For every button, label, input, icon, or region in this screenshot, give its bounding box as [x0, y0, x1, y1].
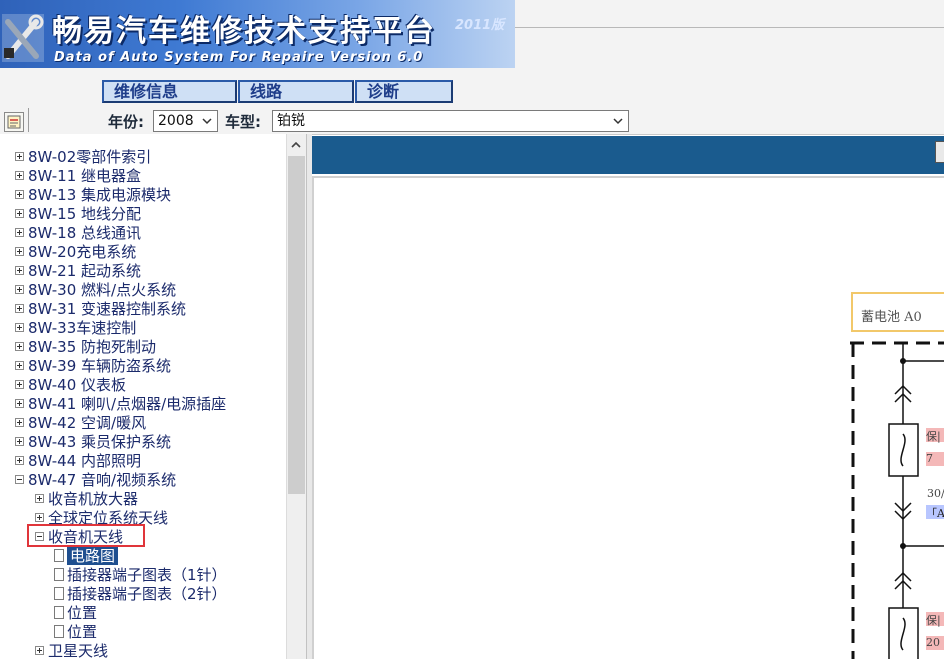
tree-item[interactable]: 8W-30 燃料/点火系统: [15, 281, 176, 300]
tab-diagnosis[interactable]: 诊断: [355, 80, 453, 103]
tree-leaf[interactable]: 插接器端子图表（2针）: [54, 585, 227, 604]
tab-wiring[interactable]: 线路: [238, 80, 354, 103]
tab-repair-info[interactable]: 维修信息: [102, 80, 237, 103]
fuse-tag-bottom[interactable]: 20: [926, 636, 944, 650]
scrollbar-thumb[interactable]: [288, 156, 305, 494]
expand-icon[interactable]: [15, 342, 24, 351]
scroll-up-icon[interactable]: [287, 136, 305, 154]
year-label: 年份:: [108, 113, 144, 131]
tree-item[interactable]: 8W-42 空调/暖风: [15, 414, 146, 433]
document-icon: [54, 625, 64, 638]
document-icon: [54, 587, 64, 600]
year-select-value: 2008: [158, 113, 194, 129]
tree-leaf[interactable]: 位置: [54, 623, 97, 642]
tree-item[interactable]: 8W-41 喇叭/点烟器/电源插座: [15, 395, 226, 414]
app-banner: 畅易汽车维修技术支持平台 2011版 Data of Auto System F…: [0, 0, 515, 68]
expand-icon[interactable]: [15, 171, 24, 180]
fuse-tag-top[interactable]: 保|: [926, 428, 944, 443]
model-select-value: 铂锐: [277, 113, 305, 129]
tree-item[interactable]: 卫星天线: [35, 642, 108, 661]
fuse-rating-text: 30/: [927, 487, 944, 500]
expand-icon[interactable]: [35, 513, 44, 522]
fuse-tag-bottom[interactable]: 7: [926, 452, 944, 466]
expand-icon[interactable]: [15, 399, 24, 408]
tree-item-expanded[interactable]: 8W-47 音响/视频系统: [15, 471, 176, 490]
wiring-diagram-lines: [850, 341, 944, 659]
tree-item[interactable]: 8W-44 内部照明: [15, 452, 141, 471]
expand-icon[interactable]: [15, 380, 24, 389]
app-subtitle: Data of Auto System For Repaire Version …: [54, 50, 424, 65]
document-icon: [54, 606, 64, 619]
expand-icon[interactable]: [15, 152, 24, 161]
tree-item[interactable]: 收音机放大器: [35, 490, 138, 509]
tree-item[interactable]: 8W-31 变速器控制系统: [15, 300, 186, 319]
wiring-diagram-canvas: [312, 176, 944, 659]
tree-item[interactable]: 8W-40 仪表板: [15, 376, 126, 395]
expand-icon[interactable]: [15, 209, 24, 218]
expand-icon[interactable]: [15, 456, 24, 465]
tree-item[interactable]: 8W-15 地线分配: [15, 205, 141, 224]
app-title: 畅易汽车维修技术支持平台: [52, 14, 436, 49]
tree-leaf-selected[interactable]: 电路图: [54, 547, 119, 566]
document-icon: [54, 549, 64, 562]
tree-item[interactable]: 8W-33车速控制: [15, 319, 136, 338]
chevron-down-icon: [611, 112, 625, 130]
chevron-down-icon: [200, 112, 214, 130]
tree-item[interactable]: 8W-02零部件索引: [15, 148, 151, 167]
expand-icon[interactable]: [35, 494, 44, 503]
expand-icon[interactable]: [15, 266, 24, 275]
toolbar-separator: [28, 108, 29, 132]
diagram-toolbar-button[interactable]: [935, 141, 944, 163]
tools-logo-icon: [2, 14, 44, 62]
expand-icon[interactable]: [35, 646, 44, 655]
tree-toggle-icon[interactable]: [4, 112, 24, 132]
fuse-location-tag[interactable]: 「A: [926, 505, 944, 520]
battery-label: 蓄电池 A0: [861, 310, 922, 325]
expand-icon[interactable]: [15, 285, 24, 294]
tree-leaf[interactable]: 位置: [54, 604, 97, 623]
model-select[interactable]: 铂锐: [272, 110, 629, 132]
tree-item[interactable]: 8W-43 乘员保护系统: [15, 433, 171, 452]
expand-icon[interactable]: [15, 323, 24, 332]
tree-item[interactable]: 8W-35 防抱死制动: [15, 338, 156, 357]
tree-item[interactable]: 8W-11 继电器盒: [15, 167, 141, 186]
annotation-highlight-box: [27, 524, 145, 547]
fuse-tag-top[interactable]: 保|: [926, 612, 944, 627]
year-select[interactable]: 2008: [153, 110, 218, 132]
expand-icon[interactable]: [15, 228, 24, 237]
version-year-badge: 2011版: [455, 18, 505, 33]
banner-spacer: [515, 0, 944, 68]
expand-icon[interactable]: [15, 304, 24, 313]
diagram-header-bar: [312, 136, 944, 174]
tree-item[interactable]: 8W-39 车辆防盗系统: [15, 357, 171, 376]
tree-item[interactable]: 8W-21 起动系统: [15, 262, 141, 281]
tree-item[interactable]: 8W-20充电系统: [15, 243, 136, 262]
expand-icon[interactable]: [15, 247, 24, 256]
model-label: 车型:: [225, 113, 261, 131]
expand-icon[interactable]: [15, 437, 24, 446]
collapse-icon[interactable]: [15, 475, 24, 484]
expand-icon[interactable]: [15, 190, 24, 199]
document-icon: [54, 568, 64, 581]
expand-icon[interactable]: [15, 361, 24, 370]
tree-item[interactable]: 8W-13 集成电源模块: [15, 186, 171, 205]
tree-item[interactable]: 8W-18 总线通讯: [15, 224, 141, 243]
expand-icon[interactable]: [15, 418, 24, 427]
top-divider: [515, 27, 944, 28]
tree-leaf[interactable]: 插接器端子图表（1针）: [54, 566, 227, 585]
